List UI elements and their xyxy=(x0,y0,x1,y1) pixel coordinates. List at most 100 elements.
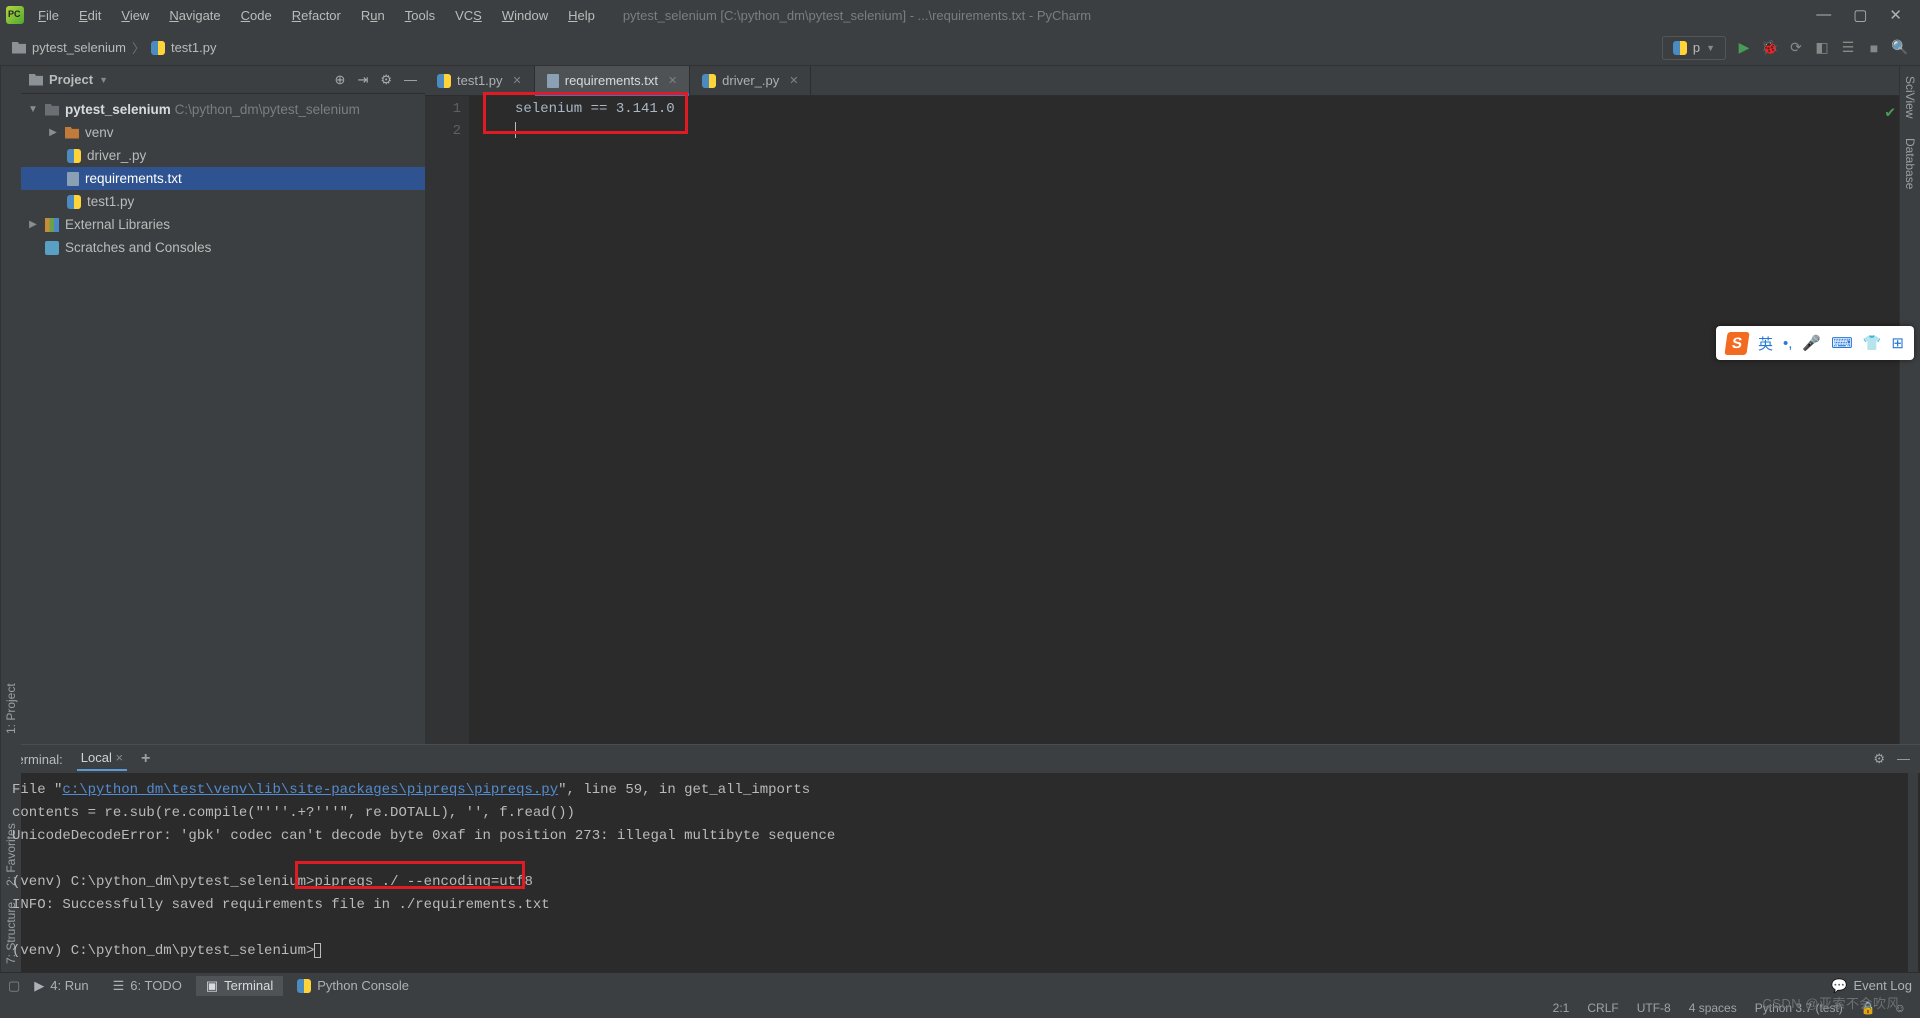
run-button-icon[interactable]: ▶ xyxy=(1736,40,1752,56)
coverage-icon[interactable]: ⟳ xyxy=(1788,40,1804,56)
skin-icon[interactable]: 👕 xyxy=(1863,334,1882,352)
sogou-logo-icon: S xyxy=(1724,332,1749,355)
folder-icon xyxy=(29,74,43,86)
gear-icon[interactable]: ⚙ xyxy=(1873,751,1885,767)
toolwin-run[interactable]: ▶ 4: Run xyxy=(24,976,98,996)
close-icon[interactable]: ✕ xyxy=(668,74,677,87)
expand-icon[interactable]: ▶ xyxy=(47,127,59,138)
editor-area: test1.py ✕ requirements.txt ✕ driver_.py… xyxy=(425,66,1899,744)
annotation-highlight xyxy=(295,861,525,889)
expand-icon[interactable]: ▼ xyxy=(27,104,39,115)
close-icon[interactable]: ✕ xyxy=(513,74,522,87)
status-caret-pos[interactable]: 2:1 xyxy=(1553,1001,1570,1015)
breadcrumb: pytest_selenium 〉 test1.py xyxy=(12,38,217,57)
toolwin-todo[interactable]: ☰ 6: TODO xyxy=(103,976,192,996)
terminal-line: File "c:\python_dm\test\venv\lib\site-pa… xyxy=(12,779,1908,802)
folder-icon xyxy=(65,127,79,139)
file-link[interactable]: c:\python_dm\test\venv\lib\site-packages… xyxy=(62,782,558,798)
toolwin-pyconsole[interactable]: Python Console xyxy=(287,976,419,995)
tree-label: driver_.py xyxy=(87,148,146,163)
tree-driver[interactable]: driver_.py xyxy=(21,144,425,167)
caret-icon xyxy=(515,122,516,138)
menu-view[interactable]: View xyxy=(113,5,157,26)
tree-scratches[interactable]: Scratches and Consoles xyxy=(21,236,425,259)
status-indent[interactable]: 4 spaces xyxy=(1689,1001,1737,1015)
menu-file[interactable]: File xyxy=(30,5,67,26)
menu-vcs[interactable]: VCS xyxy=(447,5,490,26)
main-menu: File Edit View Navigate Code Refactor Ru… xyxy=(30,5,603,26)
root-name: pytest_selenium xyxy=(65,102,171,117)
gear-icon[interactable]: ⚙ xyxy=(380,72,392,88)
close-icon[interactable]: ✕ xyxy=(789,74,798,87)
status-eol[interactable]: CRLF xyxy=(1587,1001,1618,1015)
microphone-icon[interactable]: 🎤 xyxy=(1802,334,1821,352)
tree-root[interactable]: ▼ pytest_selenium C:\python_dm\pytest_se… xyxy=(21,98,425,121)
add-terminal-button[interactable]: + xyxy=(141,750,150,768)
toolwin-terminal[interactable]: ▣ Terminal xyxy=(196,976,283,996)
menu-navigate[interactable]: Navigate xyxy=(161,5,228,26)
tree-test1[interactable]: test1.py xyxy=(21,190,425,213)
menu-help[interactable]: Help xyxy=(560,5,603,26)
terminal-body[interactable]: File "c:\python_dm\test\venv\lib\site-pa… xyxy=(0,773,1920,972)
status-encoding[interactable]: UTF-8 xyxy=(1637,1001,1671,1015)
terminal-tab-local[interactable]: Local × xyxy=(77,747,127,771)
chevron-down-icon[interactable]: ▼ xyxy=(99,75,108,85)
code-area[interactable]: selenium == 3.141.0 xyxy=(469,96,1899,744)
tab-test1[interactable]: test1.py ✕ xyxy=(425,66,535,95)
menu-refactor[interactable]: Refactor xyxy=(284,5,349,26)
menu-edit[interactable]: Edit xyxy=(71,5,109,26)
tool-sciview-label[interactable]: SciView xyxy=(1903,76,1917,118)
hide-icon[interactable]: — xyxy=(404,72,417,88)
debug-button-icon[interactable]: 🐞 xyxy=(1762,40,1778,56)
tool-database-label[interactable]: Database xyxy=(1903,138,1917,189)
close-icon[interactable]: ✕ xyxy=(1889,6,1902,24)
tree-label: venv xyxy=(85,125,114,140)
tab-label: requirements.txt xyxy=(565,73,658,88)
folder-icon xyxy=(12,42,26,54)
scrollbar[interactable] xyxy=(1908,773,1918,972)
maximize-icon[interactable]: ▢ xyxy=(1853,6,1867,24)
breadcrumb-root[interactable]: pytest_selenium xyxy=(32,40,126,55)
keyboard-icon[interactable]: ⌨ xyxy=(1831,334,1853,352)
menu-tools[interactable]: Tools xyxy=(397,5,443,26)
locate-icon[interactable]: ⊕ xyxy=(335,72,346,88)
terminal-line: INFO: Successfully saved requirements fi… xyxy=(12,894,1908,917)
tab-label: driver_.py xyxy=(722,73,779,88)
tree-requirements[interactable]: requirements.txt xyxy=(21,167,425,190)
library-icon xyxy=(45,218,59,232)
menu-window[interactable]: Window xyxy=(494,5,556,26)
editor[interactable]: ✔ 1 2 selenium == 3.141.0 xyxy=(425,96,1899,744)
tab-requirements[interactable]: requirements.txt ✕ xyxy=(535,66,690,95)
profile-icon[interactable]: ◧ xyxy=(1814,40,1830,56)
python-file-icon xyxy=(702,74,716,88)
minimize-icon[interactable]: — xyxy=(1816,6,1831,24)
collapse-icon[interactable]: ⇥ xyxy=(357,72,368,88)
concurrency-icon[interactable]: ☰ xyxy=(1840,40,1856,56)
ime-punct-icon[interactable]: •, xyxy=(1783,335,1792,352)
ime-lang[interactable]: 英 xyxy=(1758,333,1773,354)
toolbox-icon[interactable]: ⊞ xyxy=(1891,334,1904,352)
event-log[interactable]: 💬 Event Log xyxy=(1831,978,1912,994)
toolwindow-menu-icon[interactable]: ▢ xyxy=(8,978,20,994)
window-title: pytest_selenium [C:\python_dm\pytest_sel… xyxy=(623,8,1091,23)
stop-icon[interactable]: ■ xyxy=(1866,40,1882,56)
run-config-selector[interactable]: p ▼ xyxy=(1662,36,1726,60)
terminal-line: (venv) C:\python_dm\pytest_selenium> xyxy=(12,940,1908,963)
search-icon[interactable]: 🔍 xyxy=(1892,40,1908,56)
close-icon[interactable]: × xyxy=(115,750,123,765)
tree-venv[interactable]: ▶ venv xyxy=(21,121,425,144)
menu-run[interactable]: Run xyxy=(353,5,393,26)
ime-toolbar[interactable]: S 英 •, 🎤 ⌨ 👕 ⊞ xyxy=(1716,326,1914,360)
caret-icon xyxy=(314,943,321,958)
breadcrumb-file[interactable]: test1.py xyxy=(171,40,217,55)
pycharm-logo-icon xyxy=(6,6,24,24)
tab-driver[interactable]: driver_.py ✕ xyxy=(690,66,811,95)
window-controls: — ▢ ✕ xyxy=(1816,6,1914,24)
menu-code[interactable]: Code xyxy=(233,5,280,26)
python-file-icon xyxy=(151,41,165,55)
hide-icon[interactable]: — xyxy=(1897,751,1910,767)
project-panel-header: Project ▼ ⊕ ⇥ ⚙ — xyxy=(21,66,425,94)
expand-icon[interactable]: ▶ xyxy=(27,219,39,230)
tool-project-label[interactable]: 1: Project xyxy=(4,683,18,734)
tree-external-libs[interactable]: ▶ External Libraries xyxy=(21,213,425,236)
